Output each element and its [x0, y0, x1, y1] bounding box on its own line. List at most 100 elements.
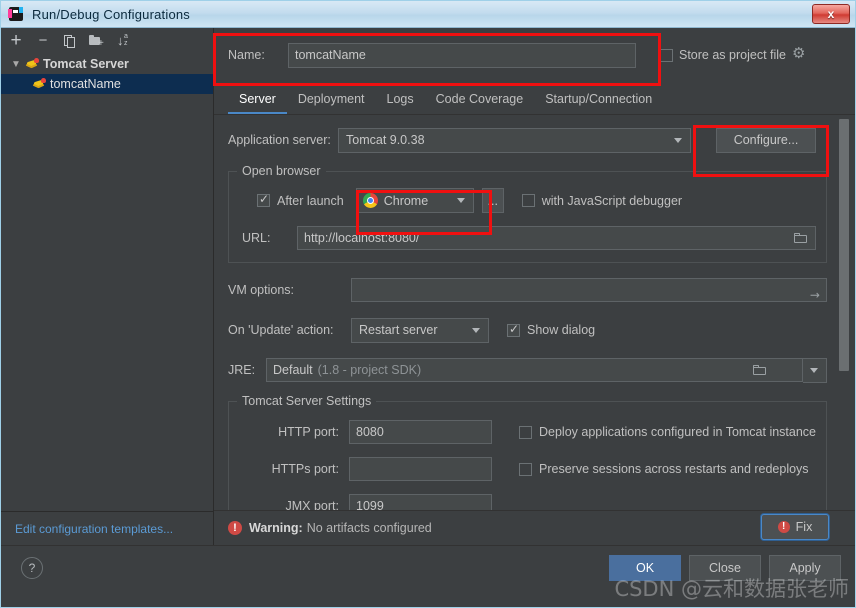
chevron-down-icon — [810, 367, 818, 373]
jmx-port-label: JMX port: — [285, 499, 340, 510]
jmx-port-input[interactable]: 1099 — [349, 494, 492, 510]
after-launch-row: After launch Chrome ... with JavaScript … — [239, 188, 816, 213]
after-launch-label: After launch — [277, 193, 344, 208]
tab-startup-connection[interactable]: Startup/Connection — [534, 92, 663, 114]
http-port-label: HTTP port: — [278, 425, 339, 439]
application-server-value: Tomcat 9.0.38 — [346, 133, 425, 147]
browser-dropdown[interactable]: Chrome — [355, 188, 474, 213]
copy-icon[interactable] — [62, 33, 78, 49]
new-folder-icon[interactable]: + — [89, 33, 105, 49]
configurations-tree: ▼ Tomcat Server tomcatName — [1, 54, 213, 511]
open-browser-group: Open browser After launch Chrome ... — [228, 164, 827, 263]
browse-browser-button[interactable]: ... — [481, 188, 504, 213]
name-input[interactable]: tomcatName — [288, 42, 636, 68]
help-button[interactable]: ? — [21, 557, 43, 579]
jre-dropdown[interactable] — [803, 357, 827, 383]
https-port-row: HTTPs port: Preserve sessions across res… — [239, 457, 816, 481]
warning-icon: ! — [228, 521, 242, 535]
dialog-body: + ↓az ▼ Tomcat Server — [1, 28, 855, 545]
application-server-row: Application server: Tomcat 9.0.38 Config… — [228, 127, 827, 153]
preserve-sessions-checkbox[interactable] — [519, 462, 532, 476]
fix-button[interactable]: ! Fix — [761, 514, 829, 540]
tree-group-tomcat-server[interactable]: ▼ Tomcat Server — [1, 54, 213, 74]
http-port-input[interactable]: 8080 — [349, 420, 492, 444]
url-row: URL: http://localhost:8080/ — [239, 226, 816, 250]
tomcat-server-settings-group: Tomcat Server Settings HTTP port: 8080 D… — [228, 394, 827, 510]
https-port-label: HTTPs port: — [271, 462, 339, 476]
vm-options-input[interactable]: ↗ — [351, 278, 827, 304]
configurations-sidebar: + ↓az ▼ Tomcat Server — [1, 28, 214, 545]
chevron-down-icon[interactable]: ▼ — [11, 59, 24, 70]
tab-deployment[interactable]: Deployment — [287, 92, 376, 114]
application-server-label: Application server: — [228, 133, 331, 147]
expand-icon[interactable]: ↗ — [804, 284, 827, 307]
intellij-icon — [8, 6, 24, 22]
chevron-down-icon — [456, 198, 465, 203]
tab-code-coverage[interactable]: Code Coverage — [425, 92, 535, 114]
tomcat-settings-title: Tomcat Server Settings — [237, 394, 377, 408]
store-as-project-file-label: Store as project file — [679, 48, 786, 62]
js-debugger-label: with JavaScript debugger — [541, 193, 683, 208]
url-value: http://localhost:8080/ — [304, 231, 420, 245]
jre-row: JRE: Default (1.8 - project SDK) — [228, 357, 827, 383]
jre-label: JRE: — [228, 363, 256, 377]
jre-hint: (1.8 - project SDK) — [317, 363, 422, 377]
url-label: URL: — [242, 231, 271, 245]
scrollbar-thumb[interactable] — [839, 119, 849, 371]
browser-value: Chrome — [383, 193, 429, 208]
chevron-down-icon — [472, 327, 480, 333]
sort-az-icon[interactable]: ↓ a z — [116, 33, 132, 49]
apply-button[interactable]: Apply — [769, 555, 841, 581]
show-dialog-checkbox[interactable] — [507, 322, 520, 337]
preserve-sessions-label: Preserve sessions across restarts and re… — [539, 462, 809, 476]
ok-button[interactable]: OK — [609, 555, 681, 581]
dialog-bottom-bar: ? OK Close Apply — [1, 545, 855, 590]
remove-icon[interactable] — [35, 33, 51, 49]
after-launch-checkbox[interactable] — [257, 192, 270, 207]
server-settings-panel: Application server: Tomcat 9.0.38 Config… — [228, 115, 827, 510]
tab-server[interactable]: Server — [228, 92, 287, 114]
edit-configuration-templates-link[interactable]: Edit configuration templates... — [1, 511, 213, 545]
store-as-project-file-row[interactable]: Store as project file — [660, 44, 806, 62]
dialog-buttons: OK Close Apply — [609, 555, 841, 581]
window-title: Run/Debug Configurations — [32, 6, 191, 22]
close-icon[interactable]: x — [812, 4, 850, 24]
add-icon[interactable] — [8, 33, 24, 49]
jre-input[interactable]: Default (1.8 - project SDK) — [266, 358, 803, 382]
tree-item-tomcatname[interactable]: tomcatName — [1, 74, 213, 94]
name-label: Name: — [228, 48, 265, 62]
folder-icon[interactable] — [753, 364, 767, 376]
title-bar: Run/Debug Configurations x — [1, 1, 855, 28]
sidebar-toolbar: + ↓az — [1, 28, 213, 54]
deploy-apps-checkbox[interactable] — [519, 425, 532, 439]
configure-button[interactable]: Configure... — [716, 127, 816, 153]
server-tab-content: Application server: Tomcat 9.0.38 Config… — [214, 114, 855, 510]
deploy-apps-label: Deploy applications configured in Tomcat… — [539, 425, 817, 439]
tomcat-icon — [31, 77, 47, 91]
https-port-input[interactable] — [349, 457, 492, 481]
show-dialog-label: Show dialog — [527, 323, 596, 337]
warning-message: No artifacts configured — [306, 521, 432, 535]
vm-options-label: VM options: — [228, 283, 295, 297]
chevron-down-icon — [674, 137, 682, 143]
js-debugger-checkbox[interactable] — [521, 194, 535, 207]
gear-icon[interactable] — [792, 44, 806, 62]
jre-value: Default — [273, 363, 313, 377]
application-server-dropdown[interactable]: Tomcat 9.0.38 — [338, 127, 691, 153]
tree-item-label: tomcatName — [50, 77, 121, 91]
tab-logs[interactable]: Logs — [376, 92, 425, 114]
url-input[interactable]: http://localhost:8080/ — [297, 226, 816, 250]
open-browser-title: Open browser — [237, 164, 326, 178]
update-action-dropdown[interactable]: Restart server — [351, 317, 489, 343]
tree-group-label: Tomcat Server — [43, 57, 129, 71]
folder-icon[interactable] — [794, 232, 808, 244]
store-as-project-file-checkbox[interactable] — [660, 48, 673, 62]
run-debug-configurations-dialog: Run/Debug Configurations x + ↓az ▼ — [0, 0, 856, 608]
chrome-icon — [362, 193, 378, 208]
jmx-port-row: JMX port: 1099 — [239, 494, 816, 510]
update-action-label: On 'Update' action: — [228, 323, 334, 337]
fix-button-label: Fix — [795, 520, 813, 534]
warning-prefix: Warning: — [249, 521, 303, 535]
update-action-row: On 'Update' action: Restart server Show … — [228, 317, 827, 343]
close-button[interactable]: Close — [689, 555, 761, 581]
